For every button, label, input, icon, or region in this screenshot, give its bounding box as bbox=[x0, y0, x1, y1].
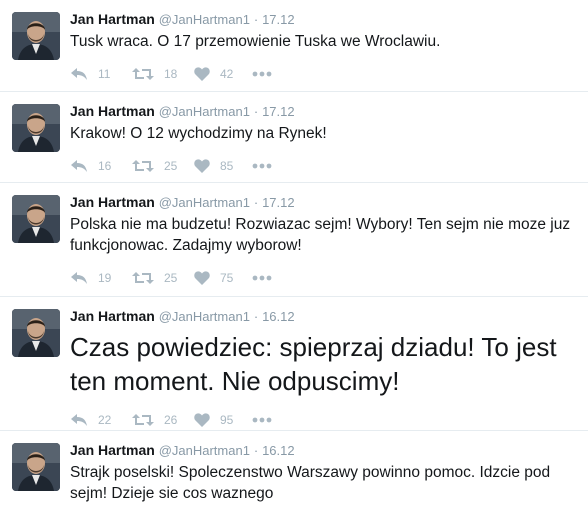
more-icon bbox=[252, 163, 272, 169]
retweet-button[interactable]: 18 bbox=[132, 67, 194, 81]
retweet-icon bbox=[132, 68, 154, 80]
tweet-text: Polska nie ma budzetu! Rozwiazac sejm! W… bbox=[70, 216, 571, 254]
reply-count: 22 bbox=[98, 413, 112, 427]
retweet-icon bbox=[132, 160, 154, 172]
separator: · bbox=[253, 195, 259, 210]
tweet-header: Jan Hartman @JanHartman1 · 17.12 bbox=[70, 193, 576, 212]
retweet-count: 25 bbox=[164, 159, 178, 173]
reply-button[interactable]: 11 bbox=[70, 67, 132, 81]
avatar[interactable] bbox=[12, 104, 60, 152]
tweet[interactable]: Jan Hartman @JanHartman1 · 17.12 Krakow!… bbox=[0, 92, 588, 183]
tweet-text: Strajk poselski! Spoleczenstwo Warszawy … bbox=[70, 464, 551, 502]
reply-button[interactable]: 22 bbox=[70, 413, 132, 427]
author-handle[interactable]: @JanHartman1 bbox=[159, 195, 250, 210]
tweet[interactable]: Jan Hartman @JanHartman1 · 16.12 Czas po… bbox=[0, 297, 588, 431]
timestamp[interactable]: 17.12 bbox=[262, 104, 295, 119]
avatar[interactable] bbox=[12, 195, 60, 243]
tweet[interactable]: Jan Hartman @JanHartman1 · 17.12 Polska … bbox=[0, 183, 588, 297]
timeline: Jan Hartman @JanHartman1 · 17.12 Tusk wr… bbox=[0, 0, 588, 515]
tweet-header: Jan Hartman @JanHartman1 · 16.12 bbox=[70, 441, 576, 460]
like-button[interactable]: 95 bbox=[194, 413, 252, 427]
avatar[interactable] bbox=[12, 443, 60, 491]
like-count: 85 bbox=[220, 159, 234, 173]
more-button[interactable] bbox=[252, 417, 272, 423]
more-icon bbox=[252, 275, 272, 281]
tweet-header: Jan Hartman @JanHartman1 · 17.12 bbox=[70, 102, 576, 121]
avatar-image bbox=[12, 309, 60, 357]
reply-count: 11 bbox=[98, 67, 111, 81]
retweet-count: 25 bbox=[164, 271, 178, 285]
reply-button[interactable]: 19 bbox=[70, 271, 132, 285]
tweet-text: Krakow! O 12 wychodzimy na Rynek! bbox=[70, 125, 327, 142]
retweet-count: 26 bbox=[164, 413, 178, 427]
tweet-header: Jan Hartman @JanHartman1 · 17.12 bbox=[70, 10, 576, 29]
reply-count: 16 bbox=[98, 159, 112, 173]
retweet-button[interactable]: 25 bbox=[132, 271, 194, 285]
avatar-image bbox=[12, 12, 60, 60]
author-name[interactable]: Jan Hartman bbox=[70, 308, 155, 324]
tweet[interactable]: Jan Hartman @JanHartman1 · 16.12 Strajk … bbox=[0, 431, 588, 515]
timestamp[interactable]: 17.12 bbox=[262, 12, 295, 27]
author-handle[interactable]: @JanHartman1 bbox=[159, 309, 250, 324]
retweet-icon bbox=[132, 272, 154, 284]
separator: · bbox=[253, 309, 259, 324]
author-handle[interactable]: @JanHartman1 bbox=[159, 443, 250, 458]
tweet-text: Tusk wraca. O 17 przemowienie Tuska we W… bbox=[70, 33, 441, 50]
like-button[interactable]: 85 bbox=[194, 159, 252, 173]
like-count: 42 bbox=[220, 67, 234, 81]
reply-icon bbox=[71, 414, 87, 426]
avatar-image bbox=[12, 443, 60, 491]
tweet[interactable]: Jan Hartman @JanHartman1 · 17.12 Tusk wr… bbox=[0, 0, 588, 92]
like-button[interactable]: 42 bbox=[194, 67, 252, 81]
heart-icon bbox=[194, 413, 210, 427]
heart-icon bbox=[194, 271, 210, 285]
author-name[interactable]: Jan Hartman bbox=[70, 11, 155, 27]
avatar-image bbox=[12, 195, 60, 243]
heart-icon bbox=[194, 159, 210, 173]
retweet-count: 18 bbox=[164, 67, 178, 81]
author-name[interactable]: Jan Hartman bbox=[70, 442, 155, 458]
more-button[interactable] bbox=[252, 71, 272, 77]
more-button[interactable] bbox=[252, 163, 272, 169]
like-button[interactable]: 75 bbox=[194, 271, 252, 285]
like-count: 95 bbox=[220, 413, 234, 427]
author-handle[interactable]: @JanHartman1 bbox=[159, 104, 250, 119]
reply-button[interactable]: 16 bbox=[70, 159, 132, 173]
tweet-text: Czas powiedziec: spieprzaj dziadu! To je… bbox=[70, 332, 557, 396]
reply-count: 19 bbox=[98, 271, 112, 285]
reply-icon bbox=[71, 272, 87, 284]
heart-icon bbox=[194, 67, 210, 81]
more-icon bbox=[252, 417, 272, 423]
retweet-icon bbox=[132, 414, 154, 426]
more-icon bbox=[252, 71, 272, 77]
avatar-image bbox=[12, 104, 60, 152]
separator: · bbox=[253, 443, 259, 458]
tweet-header: Jan Hartman @JanHartman1 · 16.12 bbox=[70, 307, 576, 326]
tweet-actions: 11 18 42 bbox=[70, 58, 576, 90]
avatar[interactable] bbox=[12, 309, 60, 357]
tweet-actions: 19 25 75 bbox=[70, 262, 576, 294]
reply-icon bbox=[71, 160, 87, 172]
separator: · bbox=[253, 12, 259, 27]
author-handle[interactable]: @JanHartman1 bbox=[159, 12, 250, 27]
timestamp[interactable]: 16.12 bbox=[262, 309, 295, 324]
timestamp[interactable]: 17.12 bbox=[262, 195, 295, 210]
like-count: 75 bbox=[220, 271, 234, 285]
separator: · bbox=[253, 104, 259, 119]
retweet-button[interactable]: 26 bbox=[132, 413, 194, 427]
avatar[interactable] bbox=[12, 12, 60, 60]
tweet-actions: 16 25 85 bbox=[70, 150, 576, 182]
timestamp[interactable]: 16.12 bbox=[262, 443, 295, 458]
retweet-button[interactable]: 25 bbox=[132, 159, 194, 173]
author-name[interactable]: Jan Hartman bbox=[70, 194, 155, 210]
reply-icon bbox=[71, 68, 87, 80]
author-name[interactable]: Jan Hartman bbox=[70, 103, 155, 119]
more-button[interactable] bbox=[252, 275, 272, 281]
